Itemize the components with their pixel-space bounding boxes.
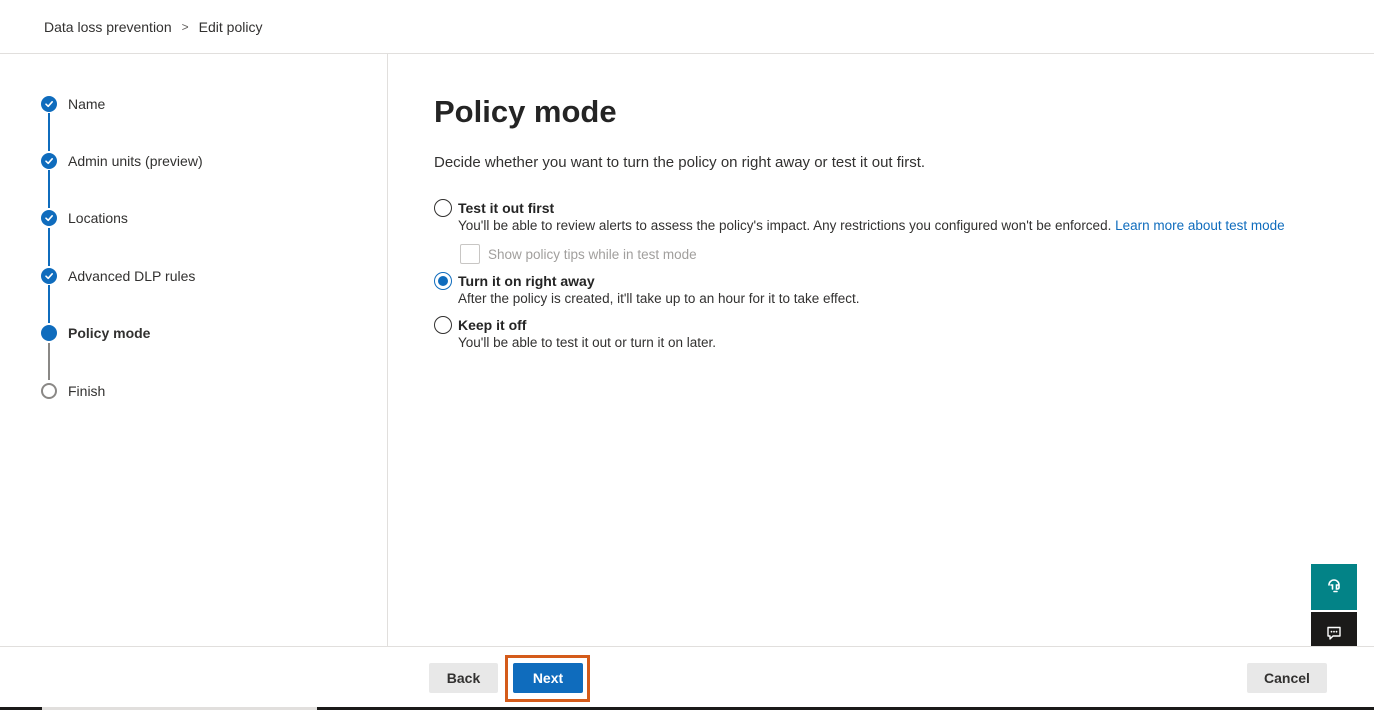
option-label: Test it out first (458, 200, 555, 216)
pending-step-circle-icon (41, 383, 57, 399)
headset-help-icon (1325, 576, 1343, 599)
step-advanced-dlp-rules[interactable]: Advanced DLP rules (41, 266, 195, 286)
step-label: Finish (68, 383, 106, 399)
option-description: After the policy is created, it'll take … (458, 291, 860, 306)
radio-turn-it-on-right-away[interactable] (434, 272, 452, 290)
wizard-footer: Back Next Cancel (0, 646, 1374, 710)
step-label: Locations (68, 210, 128, 226)
step-finish[interactable]: Finish (41, 381, 105, 401)
show-policy-tips-checkbox-row: Show policy tips while in test mode (460, 244, 697, 264)
step-connector (48, 285, 50, 323)
checkbox-label: Show policy tips while in test mode (488, 246, 697, 262)
step-policy-mode[interactable]: Policy mode (41, 323, 150, 343)
page-title: Policy mode (434, 94, 617, 129)
checkmark-icon (41, 210, 57, 226)
step-locations[interactable]: Locations (41, 208, 128, 228)
step-label: Admin units (preview) (68, 153, 203, 169)
option-description: You'll be able to test it out or turn it… (458, 335, 716, 350)
feedback-chat-icon (1325, 624, 1343, 647)
breadcrumb: Data loss prevention > Edit policy (0, 0, 1374, 54)
step-connector (48, 170, 50, 208)
option-description-text: You'll be able to review alerts to asses… (458, 218, 1112, 233)
breadcrumb-separator: > (181, 19, 189, 34)
step-label: Policy mode (68, 325, 151, 341)
page-description: Decide whether you want to turn the poli… (434, 154, 926, 171)
option-label: Turn it on right away (458, 273, 595, 289)
step-name[interactable]: Name (41, 94, 105, 114)
step-connector (48, 228, 50, 266)
step-label: Advanced DLP rules (68, 268, 196, 284)
current-step-dot-icon (41, 325, 57, 341)
back-button[interactable]: Back (429, 663, 498, 693)
next-button[interactable]: Next (513, 663, 583, 693)
step-label: Name (68, 96, 106, 112)
wizard-steps-pane: Name Admin units (preview) Locations Adv… (0, 54, 388, 646)
learn-more-test-mode-link[interactable]: Learn more about test mode (1115, 218, 1285, 233)
radio-keep-it-off[interactable] (434, 316, 452, 334)
help-button[interactable] (1311, 564, 1357, 610)
step-connector (48, 343, 50, 380)
step-connector (48, 113, 50, 151)
breadcrumb-data-loss-prevention[interactable]: Data loss prevention (44, 19, 172, 35)
step-admin-units[interactable]: Admin units (preview) (41, 151, 203, 171)
option-label: Keep it off (458, 317, 527, 333)
checkmark-icon (41, 153, 57, 169)
main-content: Policy mode Decide whether you want to t… (389, 54, 1374, 646)
checkmark-icon (41, 268, 57, 284)
checkmark-icon (41, 96, 57, 112)
radio-test-it-out-first[interactable] (434, 199, 452, 217)
breadcrumb-edit-policy: Edit policy (198, 18, 263, 35)
show-policy-tips-checkbox (460, 244, 480, 264)
cancel-button[interactable]: Cancel (1247, 663, 1327, 693)
option-description: You'll be able to review alerts to asses… (458, 217, 1285, 235)
